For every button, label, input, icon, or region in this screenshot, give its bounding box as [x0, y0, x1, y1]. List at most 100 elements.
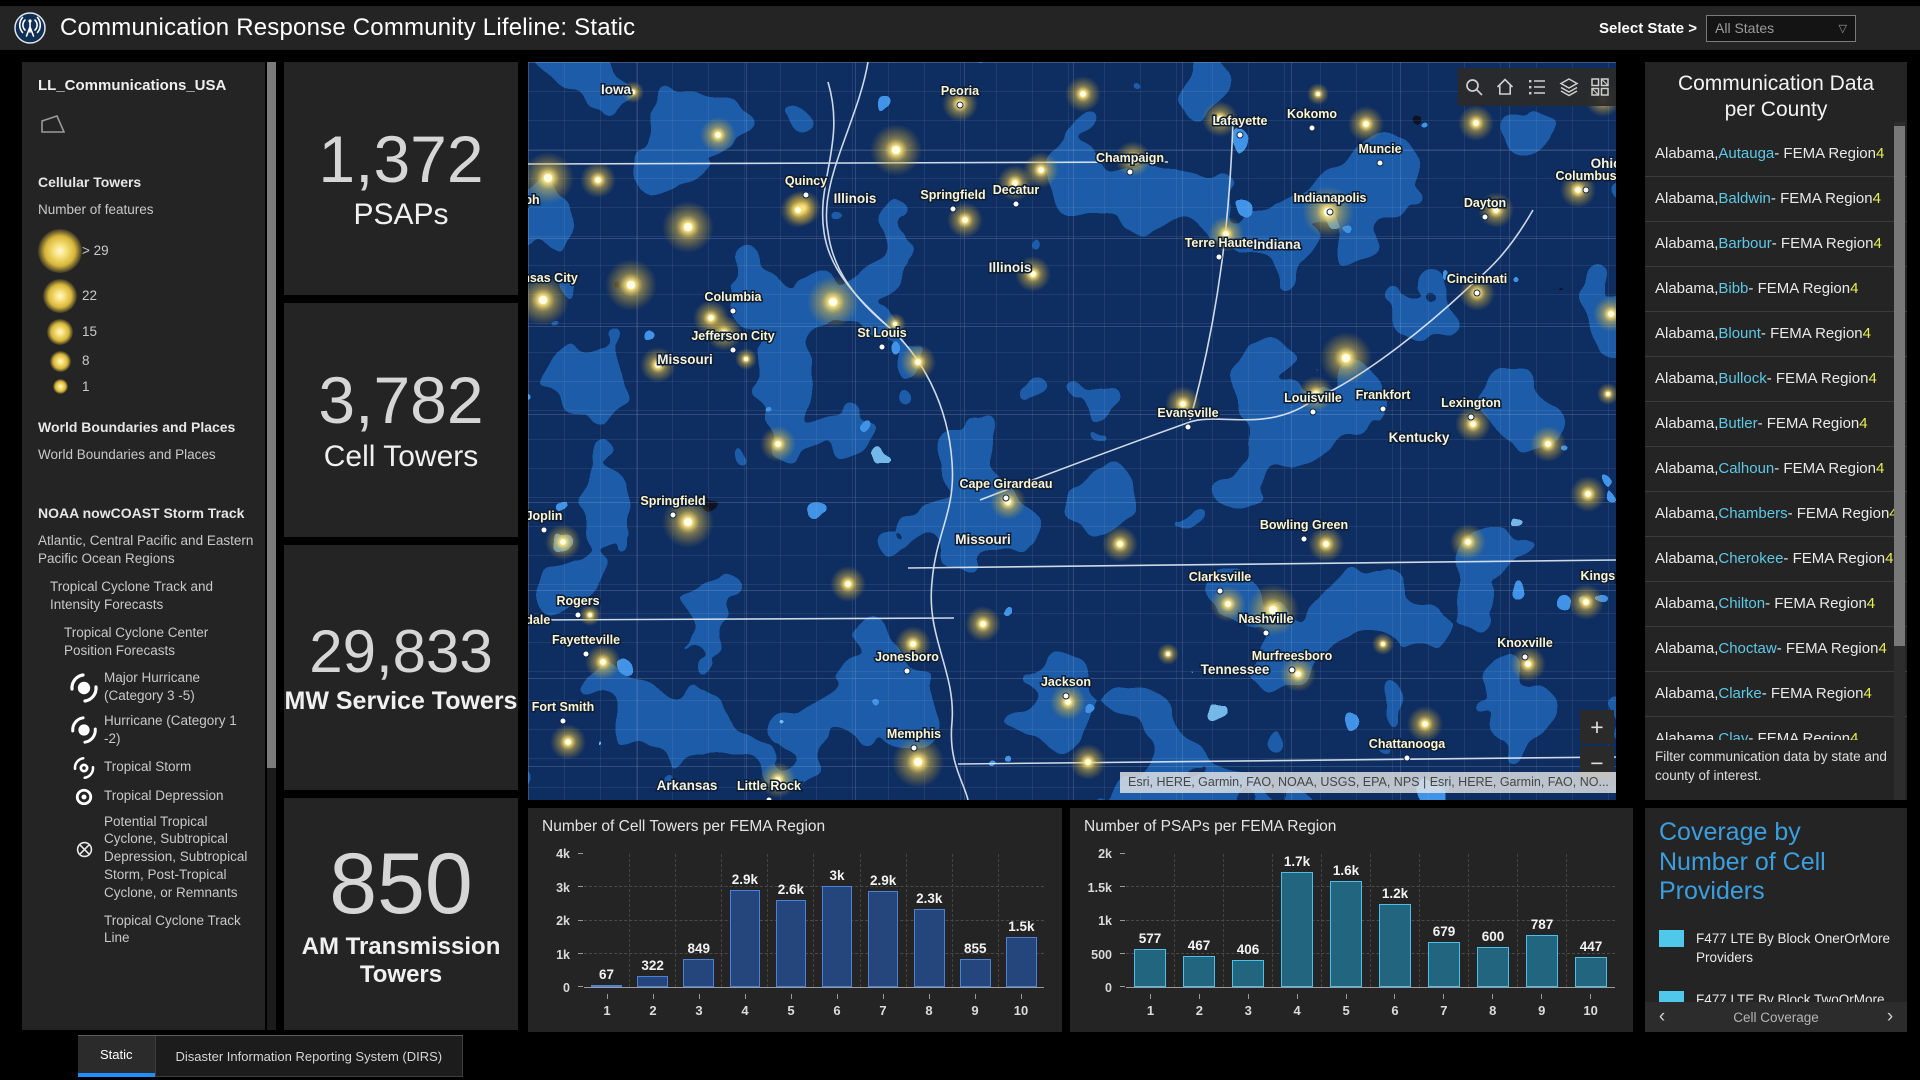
bar-slot: 467 — [1175, 854, 1224, 987]
search-icon[interactable] — [1461, 74, 1487, 100]
legend-scrollbar-thumb[interactable] — [267, 62, 276, 768]
cell-tower-dot[interactable] — [870, 124, 922, 176]
zoom-in-button[interactable]: + — [1580, 710, 1614, 744]
bar[interactable] — [914, 909, 945, 987]
bar[interactable] — [1477, 947, 1510, 987]
bar[interactable] — [1428, 942, 1461, 987]
county-row[interactable]: Alabama, Autauga - FEMA Region 4 — [1645, 132, 1907, 177]
cell-tower-dot[interactable] — [605, 259, 657, 311]
cell-tower-dot[interactable] — [1307, 83, 1329, 105]
county-row[interactable]: Alabama, Barbour - FEMA Region 4 — [1645, 222, 1907, 267]
x-tick-mark — [1150, 994, 1151, 999]
layers-icon[interactable] — [1556, 74, 1582, 100]
bar[interactable] — [1232, 960, 1265, 987]
county-row[interactable]: Alabama, Butler - FEMA Region 4 — [1645, 402, 1907, 447]
bar[interactable] — [1379, 904, 1412, 987]
cell-tower-dot[interactable] — [735, 348, 757, 370]
fema-region-number: 4 — [1876, 460, 1884, 477]
cell-tower-dot[interactable] — [892, 736, 944, 788]
fema-region-number: 4 — [1859, 415, 1867, 432]
bar[interactable] — [1183, 956, 1216, 987]
cell-tower-dot[interactable] — [1530, 426, 1566, 462]
y-tick-label: 1.5k — [1088, 881, 1112, 895]
cell-tower-dot[interactable] — [1348, 106, 1384, 142]
cell-tower-dot[interactable] — [1372, 633, 1394, 655]
cell-tower-dot[interactable] — [550, 724, 586, 760]
county-row[interactable]: Alabama, Cherokee - FEMA Region 4 — [1645, 537, 1907, 582]
bar[interactable] — [1006, 937, 1037, 987]
cell-tower-dot[interactable] — [545, 524, 581, 560]
select-state-label: Select State > — [1599, 20, 1697, 37]
basemap-canvas[interactable]: IowaIllinoisIllinoisMissouriMissouriIndi… — [528, 62, 1616, 800]
legend-scrollbar[interactable] — [267, 62, 276, 1030]
bar[interactable] — [868, 891, 899, 987]
cell-tower-dot[interactable] — [585, 644, 621, 680]
bar[interactable] — [591, 985, 622, 987]
next-arrow-icon[interactable]: › — [1873, 1006, 1907, 1028]
prev-arrow-icon[interactable]: ‹ — [1645, 1006, 1679, 1028]
cell-tower-dot[interactable] — [662, 201, 714, 253]
cell-tower-dot[interactable] — [965, 606, 1001, 642]
cell-tower-dot[interactable] — [760, 426, 796, 462]
cell-tower-dot[interactable] — [1050, 684, 1086, 720]
x-category: 4 — [1273, 994, 1322, 1026]
cell-tower-dot[interactable] — [580, 162, 616, 198]
x-category: 6 — [1371, 994, 1420, 1026]
cell-tower-dot[interactable] — [780, 192, 816, 228]
county-row[interactable]: Alabama, Baldwin - FEMA Region 4 — [1645, 177, 1907, 222]
cell-tower-dot[interactable] — [1070, 744, 1106, 780]
legend-list-icon[interactable] — [1524, 74, 1550, 100]
county-row[interactable]: Alabama, Clarke - FEMA Region 4 — [1645, 672, 1907, 717]
county-list-scrollbar[interactable] — [1894, 122, 1905, 800]
county-row[interactable]: Alabama, Bullock - FEMA Region 4 — [1645, 357, 1907, 402]
county-list-scrollbar-thumb[interactable] — [1894, 126, 1905, 646]
cell-tower-dot[interactable] — [1450, 524, 1486, 560]
cell-tower-dot[interactable] — [1157, 643, 1179, 665]
cell-tower-dot[interactable] — [807, 276, 859, 328]
cell-tower-dot[interactable] — [1102, 526, 1138, 562]
bar[interactable] — [1526, 935, 1559, 987]
county-row[interactable]: Alabama, Bibb - FEMA Region 4 — [1645, 267, 1907, 312]
county-row[interactable]: Alabama, Chilton - FEMA Region 4 — [1645, 582, 1907, 627]
cell-tower-dot[interactable] — [1568, 584, 1604, 620]
basemap-gallery-icon[interactable] — [1587, 74, 1613, 100]
city-dot — [1013, 201, 1019, 207]
county-row[interactable]: Alabama, Choctaw - FEMA Region 4 — [1645, 627, 1907, 672]
cell-tower-dot[interactable] — [900, 344, 936, 380]
number-of-features-label: Number of features — [38, 201, 255, 219]
city-label: Springfield — [920, 188, 985, 202]
bar[interactable] — [730, 890, 761, 987]
county-row[interactable]: Alabama, Blount - FEMA Region 4 — [1645, 312, 1907, 357]
city-dot — [1237, 132, 1243, 138]
bar-value-label: 3k — [830, 868, 845, 883]
cell-tower-dot[interactable] — [1247, 584, 1299, 636]
cell-tower-dot[interactable] — [1458, 105, 1494, 141]
cell-tower-dot[interactable] — [1510, 646, 1546, 682]
coverage-map[interactable]: IowaIllinoisIllinoisMissouriMissouriIndi… — [528, 62, 1616, 800]
bar[interactable] — [960, 959, 991, 987]
state-dropdown[interactable]: All States ▽ — [1706, 15, 1856, 42]
cell-tower-dot[interactable] — [830, 566, 866, 602]
county-row[interactable]: Alabama, Calhoun - FEMA Region 4 — [1645, 447, 1907, 492]
tropical-storm-icon — [64, 755, 104, 780]
bar-slot: 447 — [1567, 854, 1615, 987]
remnants-icon — [64, 813, 104, 858]
tab-static[interactable]: Static — [78, 1036, 155, 1077]
cell-tower-dot[interactable] — [1065, 76, 1101, 112]
cell-tower-dot[interactable] — [1570, 476, 1606, 512]
bar[interactable] — [637, 976, 668, 987]
bar[interactable] — [822, 886, 853, 987]
tab-dirs[interactable]: Disaster Information Reporting System (D… — [155, 1036, 464, 1077]
bar[interactable] — [1330, 881, 1363, 987]
county-name: Choctaw — [1718, 640, 1776, 657]
bar[interactable] — [776, 900, 807, 987]
county-row[interactable]: Alabama, Chambers - FEMA Region 4 — [1645, 492, 1907, 537]
bar[interactable] — [1134, 949, 1167, 987]
home-icon[interactable] — [1492, 74, 1518, 100]
cell-tower-dot[interactable] — [700, 117, 736, 153]
bar[interactable] — [1575, 957, 1608, 987]
bar[interactable] — [683, 959, 714, 987]
bar[interactable] — [1281, 872, 1314, 987]
cell-tower-dot[interactable] — [1455, 406, 1491, 442]
cell-tower-dot[interactable] — [1320, 332, 1372, 384]
